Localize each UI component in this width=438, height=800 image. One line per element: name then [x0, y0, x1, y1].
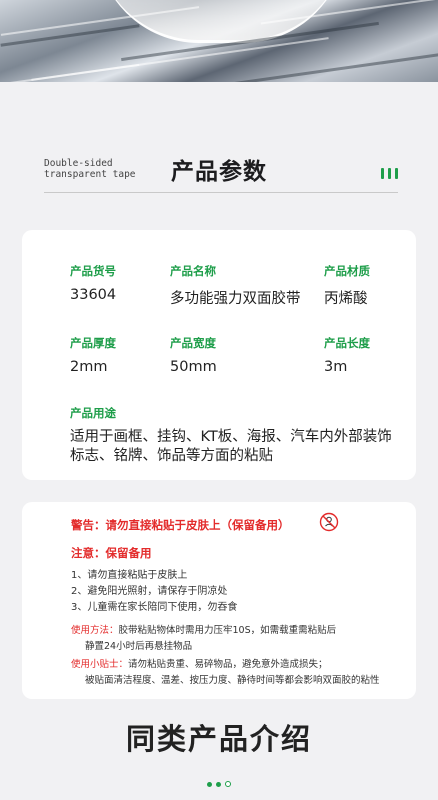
no-baby-icon: [319, 512, 339, 532]
length-value: 3m: [324, 359, 348, 375]
tip-row: 使用小贴士：请勿粘贴贵重、易碎物品，避免意外造成损失；: [71, 656, 328, 670]
item-no-label: 产品货号: [70, 264, 116, 278]
tip-line-1: 请勿粘贴贵重、易碎物品，避免意外造成损失；: [128, 659, 328, 670]
caution-item-2: 2、避免阳光照射，请保存于阴凉处: [71, 586, 228, 597]
name-label: 产品名称: [170, 264, 216, 278]
tip-line-2: 被贴面清洁程度、温差、按压力度、静待时间等都会影响双面胶的粘性: [85, 675, 380, 686]
thickness-label: 产品厚度: [70, 336, 116, 350]
section-title: 产品参数: [171, 159, 267, 185]
warning-text: 警告：请勿直接粘贴于皮肤上（保留备用）: [71, 518, 290, 532]
name-value: 多功能强力双面胶带: [170, 291, 301, 307]
dot-1: [207, 782, 212, 787]
section-divider: [44, 192, 398, 193]
dot-3: [225, 781, 231, 787]
caution-item-1: 1、请勿直接粘贴于皮肤上: [71, 570, 188, 581]
similar-products-title: 同类产品介绍: [125, 722, 312, 756]
product-hero-image: [0, 0, 438, 82]
use-line-2: 标志、铭牌、饰品等方面的粘贴: [70, 448, 273, 464]
params-card: 产品货号 33604 产品名称 多功能强力双面胶带 产品材质 丙烯酸 产品厚度 …: [22, 230, 416, 480]
material-value: 丙烯酸: [324, 291, 368, 307]
dot-2: [216, 782, 221, 787]
thickness-value: 2mm: [70, 359, 108, 375]
tape-roll-graphic: [96, 0, 346, 43]
method-line-2: 静置24小时后再悬挂物品: [85, 641, 193, 652]
use-label: 产品用途: [70, 406, 116, 420]
use-line-1: 适用于画框、挂钩、KT板、海报、汽车内外部装饰: [70, 429, 392, 445]
item-no-value: 33604: [70, 287, 117, 303]
width-label: 产品宽度: [170, 336, 216, 350]
use-value: 适用于画框、挂钩、KT板、海报、汽车内外部装饰 标志、铭牌、饰品等方面的粘贴: [70, 428, 410, 466]
notice-card: 警告：请勿直接粘贴于皮肤上（保留备用） 注意：保留备用 1、请勿直接粘贴于皮肤上…: [22, 502, 416, 699]
tip-label: 使用小贴士：: [71, 659, 129, 670]
length-label: 产品长度: [324, 336, 370, 350]
material-label: 产品材质: [324, 264, 370, 278]
pagination-dots: [0, 772, 438, 791]
section-bars-icon: [377, 164, 398, 183]
width-value: 50mm: [170, 359, 217, 375]
method-line-1: 胶带粘贴物体时需用力压牢10S，如需载重需粘贴后: [118, 625, 337, 636]
caution-list: 1、请勿直接粘贴于皮肤上 2、避免阳光照射，请保存于阴凉处 3、儿童需在家长陪同…: [71, 568, 237, 616]
caution-item-3: 3、儿童需在家长陪同下使用，勿吞食: [71, 602, 238, 613]
method-row: 使用方法：胶带粘贴物体时需用力压牢10S，如需载重需粘贴后: [71, 622, 336, 636]
caution-text: 注意：保留备用: [71, 546, 152, 560]
method-label: 使用方法：: [71, 625, 119, 636]
section-header: Double-sided transparent tape 产品参数: [0, 140, 438, 210]
